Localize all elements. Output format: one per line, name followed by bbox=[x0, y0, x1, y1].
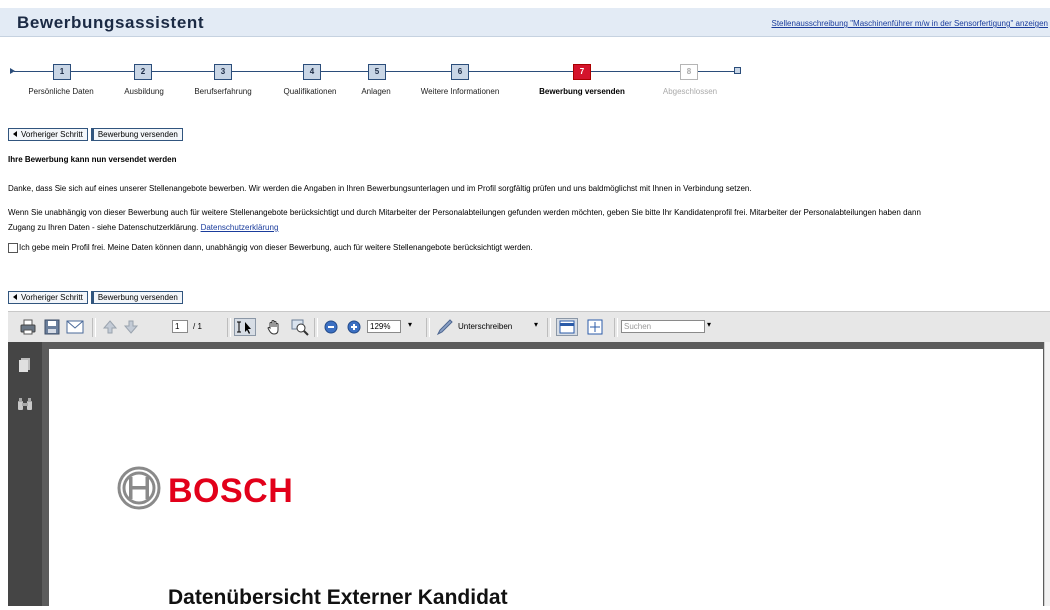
sign-dropdown-arrow-icon[interactable]: ▾ bbox=[534, 320, 538, 329]
previous-page-icon[interactable] bbox=[101, 318, 119, 336]
bosch-logo-icon bbox=[117, 466, 161, 510]
bosch-wordmark: BOSCH bbox=[168, 472, 294, 510]
zoom-in-icon[interactable] bbox=[347, 320, 361, 334]
pen-sign-icon[interactable] bbox=[436, 318, 454, 336]
section-title: Ihre Bewerbung kann nun versendet werden bbox=[8, 155, 177, 164]
pdf-toolbar: 1 / 1 129% ▾ Unterschreiben ▾ Suchen ▾ bbox=[8, 311, 1050, 344]
previous-step-label: Vorheriger Schritt bbox=[21, 130, 83, 139]
profile-info-text-2: Zugang zu Ihren Daten - siehe Datenschut… bbox=[8, 223, 278, 232]
document-title: Datenübersicht Externer Kandidat bbox=[168, 586, 508, 609]
step-7[interactable]: 7 bbox=[573, 64, 591, 80]
button-bar-top: Vorheriger Schritt Bewerbung versenden bbox=[8, 128, 186, 141]
pdf-page: BOSCH Datenübersicht Externer Kandidat bbox=[49, 349, 1043, 609]
send-application-label: Bewerbung versenden bbox=[97, 293, 178, 302]
next-page-icon[interactable] bbox=[122, 318, 140, 336]
zoom-level-select[interactable]: 129% bbox=[367, 320, 401, 333]
hand-tool-icon[interactable] bbox=[265, 318, 283, 336]
toolbar-separator bbox=[547, 318, 551, 337]
arrow-left-icon bbox=[13, 131, 17, 137]
fit-page-icon[interactable] bbox=[586, 318, 604, 336]
step-5[interactable]: 5 bbox=[368, 64, 386, 80]
step-4[interactable]: 4 bbox=[303, 64, 321, 80]
send-application-label: Bewerbung versenden bbox=[97, 130, 178, 139]
pdf-scrollbar[interactable] bbox=[1044, 342, 1050, 606]
zoom-out-icon[interactable] bbox=[324, 320, 338, 334]
page-number-input[interactable]: 1 bbox=[172, 320, 188, 333]
step-6[interactable]: 6 bbox=[451, 64, 469, 80]
button-bar-bottom: Vorheriger Schritt Bewerbung versenden bbox=[8, 291, 186, 304]
step-label-8: Abgeschlossen bbox=[662, 87, 718, 96]
toolbar-separator bbox=[92, 318, 96, 337]
step-label-6[interactable]: Weitere Informationen bbox=[421, 87, 500, 96]
send-application-button[interactable]: Bewerbung versenden bbox=[90, 128, 183, 141]
step-1[interactable]: 1 bbox=[53, 64, 71, 80]
step-label-7[interactable]: Bewerbung versenden bbox=[539, 87, 625, 96]
search-input[interactable]: Suchen bbox=[621, 320, 705, 333]
step-3[interactable]: 3 bbox=[214, 64, 232, 80]
select-text-icon[interactable] bbox=[234, 318, 256, 336]
consent-label: Ich gebe mein Profil frei. Meine Daten k… bbox=[19, 243, 533, 252]
step-label-5[interactable]: Anlagen bbox=[361, 87, 390, 96]
step-label-3[interactable]: Berufserfahrung bbox=[194, 87, 251, 96]
search-dropdown-arrow-icon[interactable]: ▾ bbox=[707, 320, 711, 329]
thanks-text: Danke, dass Sie sich auf eines unserer S… bbox=[8, 184, 752, 193]
page-total: / 1 bbox=[193, 322, 202, 331]
roadmap-start-arrow-icon bbox=[10, 68, 15, 74]
step-2[interactable]: 2 bbox=[134, 64, 152, 80]
step-label-4[interactable]: Qualifikationen bbox=[284, 87, 337, 96]
arrow-left-icon bbox=[13, 294, 17, 300]
print-icon[interactable] bbox=[19, 318, 37, 336]
toolbar-separator bbox=[614, 318, 618, 337]
send-application-button-bottom[interactable]: Bewerbung versenden bbox=[90, 291, 183, 304]
step-label-1[interactable]: Persönliche Daten bbox=[28, 87, 93, 96]
profile-info-text: Wenn Sie unabhängig von dieser Bewerbung… bbox=[8, 208, 921, 217]
zoom-tool-icon[interactable] bbox=[291, 318, 309, 336]
pages-icon[interactable] bbox=[18, 357, 32, 373]
toolbar-separator bbox=[227, 318, 231, 337]
previous-step-label: Vorheriger Schritt bbox=[21, 293, 83, 302]
step-8: 8 bbox=[680, 64, 698, 80]
fit-width-icon[interactable] bbox=[556, 318, 578, 336]
previous-step-button[interactable]: Vorheriger Schritt bbox=[8, 128, 88, 141]
profile-consent-checkbox[interactable] bbox=[8, 243, 18, 253]
job-posting-link[interactable]: Stellenausschreibung "Maschinenführer m/… bbox=[771, 19, 1048, 28]
profile-info-line2: Zugang zu Ihren Daten - siehe Datenschut… bbox=[8, 223, 199, 232]
step-label-2[interactable]: Ausbildung bbox=[124, 87, 164, 96]
roadmap-end-marker bbox=[734, 67, 741, 74]
toolbar-separator bbox=[426, 318, 430, 337]
previous-step-button-bottom[interactable]: Vorheriger Schritt bbox=[8, 291, 88, 304]
app-title: Bewerbungsassistent bbox=[17, 13, 205, 32]
zoom-dropdown-arrow-icon[interactable]: ▾ bbox=[408, 320, 412, 329]
privacy-policy-link[interactable]: Datenschutzerklärung bbox=[201, 223, 279, 232]
email-icon[interactable] bbox=[66, 318, 84, 336]
toolbar-separator bbox=[314, 318, 318, 337]
pdf-navigation-sidebar bbox=[8, 342, 42, 606]
sign-button[interactable]: Unterschreiben bbox=[458, 322, 512, 331]
binoculars-icon[interactable] bbox=[17, 397, 33, 411]
save-icon[interactable] bbox=[43, 318, 61, 336]
